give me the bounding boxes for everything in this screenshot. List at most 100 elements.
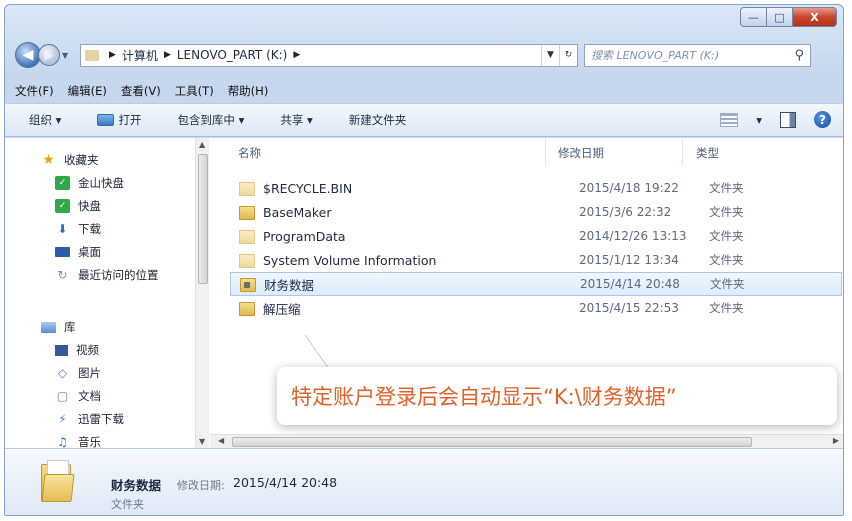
command-bar: 组织 ▾ 打开 包含到库中 ▾ 共享 ▾ 新建文件夹 ▾ ? <box>5 103 843 137</box>
maximize-button[interactable]: □ <box>767 7 793 27</box>
open-icon <box>97 114 115 126</box>
minimize-button[interactable]: — <box>740 7 767 27</box>
view-options-icon[interactable] <box>720 112 739 127</box>
kuaipan-icon: ✓ <box>55 199 70 213</box>
new-folder-label: 新建文件夹 <box>348 113 407 127</box>
music-icon: ♫ <box>57 435 68 449</box>
file-date: 2014/12/26 13:13 <box>579 229 687 243</box>
search-input[interactable]: 搜索 LENOVO_PART (K:) ⚲ <box>584 43 811 67</box>
help-icon[interactable]: ? <box>814 111 831 128</box>
folder-icon <box>239 302 255 316</box>
video-icon <box>55 344 68 356</box>
scroll-down-icon[interactable]: ▼ <box>199 437 205 446</box>
address-bar[interactable]: ▶ 计算机 ▶ LENOVO_PART (K:) ▶ ▼ ↻ <box>80 43 578 67</box>
forward-button[interactable]: ▶ <box>38 44 60 66</box>
column-type-header[interactable]: 类型 <box>696 145 719 161</box>
nav-item-kuaipan-jinshan[interactable]: ✓ 金山快盘 <box>55 175 124 191</box>
close-button[interactable]: X <box>793 7 837 27</box>
details-modified-value: 2015/4/14 20:48 <box>233 475 338 490</box>
nav-label: 金山快盘 <box>78 176 124 190</box>
file-name: System Volume Information <box>263 252 437 268</box>
file-row[interactable]: BaseMaker 2015/3/6 22:32 文件夹 <box>230 200 842 224</box>
nav-item-desktop[interactable]: 桌面 <box>55 244 101 260</box>
folder-icon <box>239 254 255 268</box>
library-icon <box>41 321 56 333</box>
file-type: 文件夹 <box>710 277 745 291</box>
file-row[interactable]: $RECYCLE.BIN 2015/4/18 19:22 文件夹 <box>230 176 842 200</box>
nav-favorites[interactable]: ★ 收藏夹 <box>41 152 98 168</box>
column-divider[interactable] <box>682 138 683 166</box>
details-name: 财务数据 <box>111 478 162 493</box>
folder-icon <box>41 460 75 502</box>
chevron-right-icon[interactable]: ▶ <box>164 50 171 60</box>
file-name: BaseMaker <box>263 204 332 220</box>
nav-item-documents[interactable]: ▢ 文档 <box>55 388 101 404</box>
recent-pages-icon[interactable]: ▼ <box>62 51 74 60</box>
scroll-right-icon[interactable]: ▶ <box>833 436 839 445</box>
refresh-icon[interactable]: ↻ <box>559 44 577 66</box>
file-type: 文件夹 <box>709 181 744 195</box>
menu-file[interactable]: 文件(F) <box>15 83 54 99</box>
star-icon: ★ <box>42 152 55 168</box>
menu-help[interactable]: 帮助(H) <box>228 83 269 99</box>
menu-view[interactable]: 查看(V) <box>121 83 161 99</box>
organize-label: 组织 ▾ <box>29 113 62 127</box>
details-modified-label: 修改日期: <box>177 479 225 492</box>
view-dropdown-icon[interactable]: ▾ <box>756 113 762 127</box>
nav-item-recent[interactable]: ↻ 最近访问的位置 <box>55 267 159 283</box>
details-type: 文件夹 <box>111 498 144 511</box>
search-icon[interactable]: ⚲ <box>794 48 804 63</box>
new-folder-button[interactable]: 新建文件夹 <box>349 112 407 128</box>
open-label: 打开 <box>118 113 142 127</box>
share-button[interactable]: 共享 ▾ <box>280 112 312 128</box>
locked-folder-icon <box>240 278 256 292</box>
file-date: 2015/4/14 20:48 <box>580 277 680 291</box>
column-divider[interactable] <box>545 138 546 166</box>
scroll-left-icon[interactable]: ◀ <box>218 436 224 445</box>
file-row[interactable]: System Volume Information 2015/1/12 13:3… <box>230 248 842 272</box>
nav-label: 最近访问的位置 <box>78 268 159 282</box>
open-button[interactable]: 打开 <box>97 112 141 128</box>
nav-libraries[interactable]: 库 <box>41 319 76 335</box>
download-icon: ⬇ <box>57 222 68 236</box>
include-in-library-button[interactable]: 包含到库中 ▾ <box>177 112 244 128</box>
file-name: 解压缩 <box>263 301 301 317</box>
nav-label: 库 <box>64 320 76 334</box>
nav-item-kuaipan[interactable]: ✓ 快盘 <box>55 198 101 214</box>
nav-item-thunder-downloads[interactable]: ⚡ 迅雷下载 <box>55 411 124 427</box>
chevron-right-icon[interactable]: ▶ <box>293 50 300 60</box>
file-type: 文件夹 <box>709 253 744 267</box>
scroll-up-icon[interactable]: ▲ <box>199 140 205 149</box>
menu-tools[interactable]: 工具(T) <box>175 83 214 99</box>
kuaipan-icon: ✓ <box>55 176 70 190</box>
search-placeholder: 搜索 LENOVO_PART (K:) <box>591 49 720 62</box>
column-date-header[interactable]: 修改日期 <box>558 145 604 161</box>
nav-item-downloads[interactable]: ⬇ 下载 <box>55 221 101 237</box>
desktop-icon <box>55 247 70 257</box>
breadcrumb-computer[interactable]: 计算机 <box>122 47 158 64</box>
address-dropdown-icon[interactable]: ▼ <box>541 44 559 66</box>
file-row[interactable]: ProgramData 2014/12/26 13:13 文件夹 <box>230 224 842 248</box>
horizontal-scrollbar[interactable]: ◀ ▶ <box>210 434 843 448</box>
preview-pane-icon[interactable] <box>780 111 796 128</box>
breadcrumb-drive[interactable]: LENOVO_PART (K:) <box>177 48 287 62</box>
column-name-header[interactable]: 名称 <box>238 145 261 161</box>
caption-buttons: — □ X <box>740 7 837 27</box>
organize-button[interactable]: 组织 ▾ <box>29 112 61 128</box>
folder-icon <box>239 230 255 244</box>
file-date: 2015/1/12 13:34 <box>579 253 679 267</box>
file-type: 文件夹 <box>709 205 744 219</box>
nav-scrollbar[interactable]: ▲ ▼ <box>195 138 209 448</box>
annotation-callout: 特定账户登录后会自动显示“K:\财务数据” <box>277 367 837 425</box>
chevron-right-icon[interactable]: ▶ <box>109 50 116 60</box>
file-row[interactable]: 解压缩 2015/4/15 22:53 文件夹 <box>230 296 842 320</box>
share-label: 共享 ▾ <box>280 113 313 127</box>
scroll-thumb[interactable] <box>198 154 208 284</box>
menu-edit[interactable]: 编辑(E) <box>68 83 107 99</box>
scroll-thumb[interactable] <box>232 437 752 447</box>
file-row-selected[interactable]: 财务数据 2015/4/14 20:48 文件夹 <box>230 272 842 296</box>
nav-label: 桌面 <box>78 245 101 259</box>
nav-item-videos[interactable]: 视频 <box>55 342 99 358</box>
document-icon: ▢ <box>56 389 69 403</box>
nav-item-pictures[interactable]: ◇ 图片 <box>55 365 101 381</box>
